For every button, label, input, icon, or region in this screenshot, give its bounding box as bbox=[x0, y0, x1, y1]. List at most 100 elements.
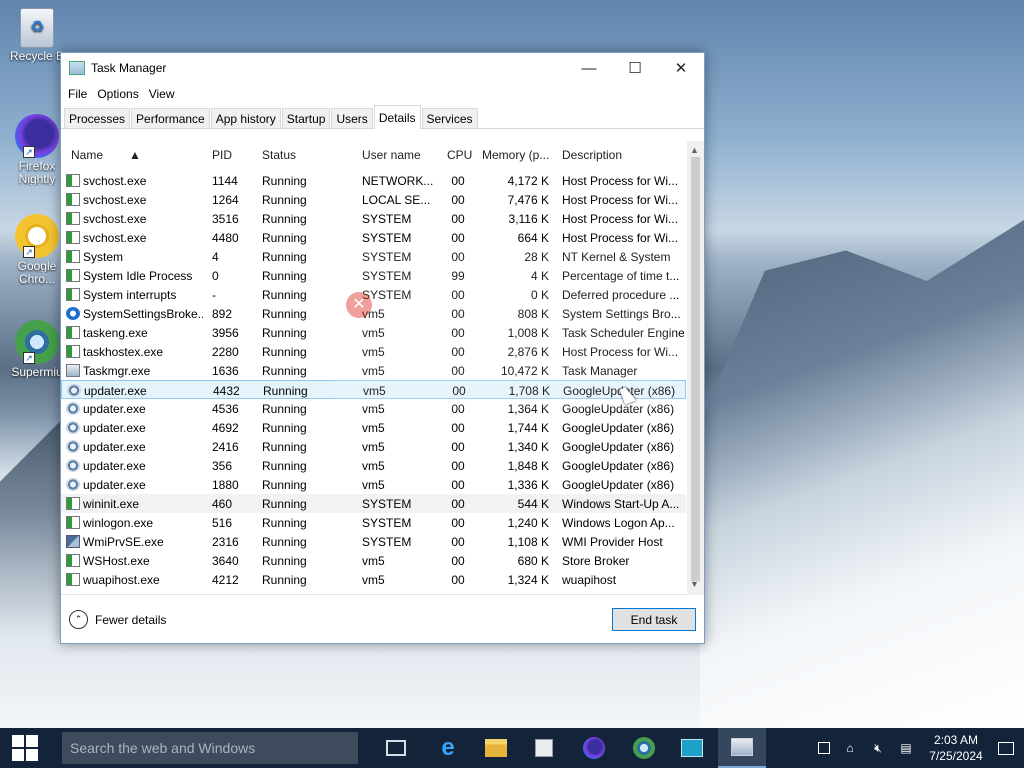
supermium-icon: ↗ bbox=[15, 320, 59, 364]
column-memory[interactable]: Memory (p... bbox=[482, 148, 549, 162]
supermium-icon bbox=[633, 737, 655, 759]
process-cpu: 00 bbox=[451, 364, 465, 378]
process-user: SYSTEM bbox=[362, 212, 412, 226]
scroll-down-icon[interactable]: ▼ bbox=[690, 579, 699, 589]
message-icon[interactable]: ▤ bbox=[898, 741, 914, 755]
maximize-button[interactable]: ☐ bbox=[612, 53, 658, 83]
process-app-icon bbox=[66, 326, 80, 339]
menu-file[interactable]: File bbox=[63, 87, 92, 101]
taskbar-file-explorer[interactable] bbox=[472, 728, 520, 768]
process-pid: 1144 bbox=[212, 174, 238, 188]
table-row[interactable]: svchost.exe 1144 Running NETWORK... 00 4,172 … bbox=[61, 171, 686, 190]
process-pid: 2416 bbox=[212, 440, 239, 454]
table-row[interactable]: svchost.exe 3516 Running SYSTEM 00 3,116 K Hos… bbox=[61, 209, 686, 228]
table-row[interactable]: Taskmgr.exe 1636 Running vm5 00 10,472 K Task … bbox=[61, 361, 686, 380]
process-cpu: 00 bbox=[451, 459, 465, 473]
process-pid: 892 bbox=[212, 307, 233, 321]
table-row[interactable]: SystemSettingsBroke... 892 Running vm5 00 808… bbox=[61, 304, 686, 323]
tab-services[interactable]: Services bbox=[421, 108, 478, 128]
action-center-icon[interactable] bbox=[818, 742, 830, 754]
process-memory: 1,744 K bbox=[507, 421, 549, 435]
table-row[interactable]: wininit.exe 460 Running SYSTEM 00 544 K Window… bbox=[61, 494, 686, 513]
start-button[interactable] bbox=[0, 728, 50, 768]
table-row[interactable]: svchost.exe 1264 Running LOCAL SE... 00 7,476… bbox=[61, 190, 686, 209]
process-name: updater.exe bbox=[83, 459, 146, 473]
process-app-icon bbox=[66, 573, 80, 586]
process-name: WSHost.exe bbox=[83, 554, 150, 568]
table-row[interactable]: updater.exe 356 Running vm5 00 1,848 K GoogleU… bbox=[61, 456, 686, 475]
end-task-button[interactable]: End task bbox=[612, 608, 696, 631]
taskbar-supermium[interactable] bbox=[620, 728, 668, 768]
process-user: vm5 bbox=[362, 326, 385, 340]
network-icon[interactable]: ⌂ bbox=[842, 741, 858, 755]
process-cpu: 00 bbox=[451, 554, 465, 568]
scroll-up-icon[interactable]: ▲ bbox=[690, 145, 699, 155]
menu-bar: File Options View bbox=[61, 83, 704, 105]
taskbar-internet-explorer[interactable]: e bbox=[424, 728, 472, 768]
process-description: Host Process for Wi... bbox=[562, 174, 679, 188]
process-status: Running bbox=[262, 573, 307, 587]
process-user: vm5 bbox=[362, 307, 385, 321]
table-row[interactable]: taskhostex.exe 2280 Running vm5 00 2,876 K Hos… bbox=[61, 342, 686, 361]
clock-date: 7/25/2024 bbox=[929, 749, 983, 763]
tab-startup[interactable]: Startup bbox=[281, 108, 331, 128]
tab-users[interactable]: Users bbox=[331, 108, 373, 128]
table-row[interactable]: WmiPrvSE.exe 2316 Running SYSTEM 00 1,108 K WM… bbox=[61, 532, 686, 551]
tab-processes[interactable]: Processes bbox=[64, 108, 131, 128]
column-user-name[interactable]: User name bbox=[362, 148, 421, 162]
taskbar-control-panel[interactable] bbox=[668, 728, 716, 768]
volume-muted-icon[interactable]: 🔇︎ bbox=[870, 741, 886, 755]
table-row[interactable]: wuapihost.exe 4212 Running vm5 00 1,324 K wuap… bbox=[61, 570, 686, 589]
process-memory: 10,472 K bbox=[500, 364, 549, 378]
column-name[interactable]: Name bbox=[71, 148, 103, 162]
table-row[interactable]: updater.exe 2416 Running vm5 00 1,340 K Google… bbox=[61, 437, 686, 456]
show-desktop-icon[interactable] bbox=[998, 741, 1014, 755]
process-user: SYSTEM bbox=[362, 250, 412, 264]
process-user: vm5 bbox=[362, 364, 385, 378]
process-memory: 1,336 K bbox=[507, 478, 549, 492]
scrollbar-thumb[interactable] bbox=[691, 157, 700, 581]
process-user: SYSTEM bbox=[362, 288, 412, 302]
column-cpu[interactable]: CPU bbox=[447, 148, 472, 162]
table-row[interactable]: updater.exe 4692 Running vm5 00 1,744 K Google… bbox=[61, 418, 686, 437]
process-cpu: 00 bbox=[451, 497, 465, 511]
clock[interactable]: 2:03 AM 7/25/2024 bbox=[920, 732, 992, 764]
table-row[interactable]: System 4 Running SYSTEM 00 28 K NT Kernel & Sy… bbox=[61, 247, 686, 266]
title-bar[interactable]: Task Manager — ☐ ✕ bbox=[61, 53, 704, 83]
menu-options[interactable]: Options bbox=[92, 87, 143, 101]
menu-view[interactable]: View bbox=[144, 87, 180, 101]
process-user: vm5 bbox=[362, 402, 385, 416]
table-row[interactable]: WSHost.exe 3640 Running vm5 00 680 K Store Bro… bbox=[61, 551, 686, 570]
table-row[interactable]: svchost.exe 4480 Running SYSTEM 00 664 K Host … bbox=[61, 228, 686, 247]
process-pid: 2280 bbox=[212, 345, 239, 359]
process-cpu: 00 bbox=[451, 573, 465, 587]
internet-explorer-icon: e bbox=[441, 734, 455, 761]
column-pid[interactable]: PID bbox=[212, 148, 232, 162]
column-status[interactable]: Status bbox=[262, 148, 296, 162]
tab-app-history[interactable]: App history bbox=[210, 108, 281, 128]
table-row[interactable]: System Idle Process 0 Running SYSTEM 99 4 K Pe… bbox=[61, 266, 686, 285]
taskbar-search-box[interactable]: Search the web and Windows bbox=[62, 732, 358, 764]
table-row[interactable]: updater.exe 1880 Running vm5 00 1,336 K Google… bbox=[61, 475, 686, 494]
table-row[interactable]: updater.exe 4536 Running vm5 00 1,364 K Google… bbox=[61, 399, 686, 418]
table-row[interactable]: taskeng.exe 3956 Running vm5 00 1,008 K Task S… bbox=[61, 323, 686, 342]
taskbar-store[interactable] bbox=[520, 728, 568, 768]
process-name: svchost.exe bbox=[83, 212, 147, 226]
close-button[interactable]: ✕ bbox=[658, 53, 704, 83]
minimize-button[interactable]: — bbox=[566, 53, 612, 83]
vertical-scrollbar[interactable]: ▲ ▼ bbox=[687, 141, 704, 595]
tab-details[interactable]: Details bbox=[373, 105, 421, 129]
fewer-details-button[interactable]: ⌃ Fewer details bbox=[69, 610, 166, 629]
taskbar-firefox-nightly[interactable] bbox=[570, 728, 618, 768]
table-row[interactable]: System interrupts - Running SYSTEM 00 0 K Defe… bbox=[61, 285, 686, 304]
table-row[interactable]: winlogon.exe 516 Running SYSTEM 00 1,240 K Win… bbox=[61, 513, 686, 532]
tab-performance[interactable]: Performance bbox=[131, 108, 210, 128]
process-upd-icon bbox=[67, 384, 81, 397]
sort-ascending-icon: ▲ bbox=[129, 148, 141, 162]
process-cpu: 00 bbox=[451, 478, 465, 492]
process-status: Running bbox=[262, 402, 307, 416]
taskbar-task-manager[interactable] bbox=[718, 728, 766, 768]
table-row[interactable]: updater.exe 4432 Running vm5 00 1,708 K Google… bbox=[61, 380, 686, 399]
column-description[interactable]: Description bbox=[562, 148, 622, 162]
taskbar-task-view[interactable] bbox=[372, 728, 420, 768]
